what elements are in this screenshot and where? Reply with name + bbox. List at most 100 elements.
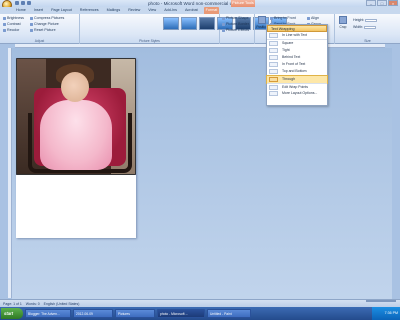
title-bar: photo - Microsoft Word non-commercial us… — [0, 0, 400, 10]
tab-home[interactable]: Home — [14, 7, 28, 14]
tab-format[interactable]: Format — [203, 7, 220, 14]
tab-page-layout[interactable]: Page Layout — [49, 7, 74, 14]
ribbon-tabs: Home Insert Page Layout References Maili… — [0, 7, 400, 14]
tab-insert[interactable]: Insert — [32, 7, 45, 14]
crop-button[interactable]: Crop — [337, 16, 349, 32]
system-clock[interactable]: 7:36 PM — [372, 307, 400, 320]
reset-picture-button[interactable]: Reset Picture — [30, 28, 56, 32]
ribbon: Brightness Contrast Recolor Compress Pic… — [0, 14, 400, 44]
picture-border-button[interactable]: Picture Border — [222, 22, 249, 26]
tab-view[interactable]: View — [146, 7, 158, 14]
word-count[interactable]: Words: 0 — [26, 302, 40, 306]
wrap-behind[interactable]: Behind Text — [267, 54, 327, 61]
window-title: photo - Microsoft Word non-commercial us… — [148, 1, 238, 6]
start-button[interactable]: start — [1, 308, 23, 319]
brightness-icon — [3, 16, 6, 20]
redo-icon[interactable] — [27, 1, 31, 5]
picture-styles-label: Picture Styles — [139, 39, 160, 43]
resize-handle[interactable] — [16, 58, 17, 59]
layout-options-icon — [269, 91, 278, 97]
tab-acrobat[interactable]: Acrobat — [183, 7, 200, 14]
page-count[interactable]: Page: 1 of 1 — [3, 302, 22, 306]
more-layout-options[interactable]: More Layout Options... — [267, 90, 327, 97]
recolor-icon — [3, 28, 6, 32]
selection-border — [16, 58, 136, 175]
resize-handle[interactable] — [135, 58, 136, 59]
height-field[interactable]: Height: — [353, 18, 378, 22]
text-wrapping-menu: Text Wrapping In Line with Text Square T… — [266, 24, 328, 106]
edit-wrap-points[interactable]: Edit Wrap Points — [267, 83, 327, 91]
picture-style-thumb[interactable] — [199, 17, 215, 30]
picture-effects-group: Picture Shape Picture Border Picture Eff… — [220, 14, 255, 44]
recolor-button[interactable]: Recolor — [3, 28, 19, 32]
in-front-text-icon — [269, 62, 278, 68]
wrap-through[interactable]: Through — [266, 74, 328, 85]
compress-pictures-button[interactable]: Compress Pictures — [30, 16, 64, 20]
effects-icon — [222, 28, 225, 32]
width-input[interactable] — [364, 25, 377, 29]
reset-icon — [30, 28, 33, 32]
save-icon[interactable] — [15, 1, 19, 5]
tab-references[interactable]: References — [78, 7, 101, 14]
minimize-button[interactable]: – — [366, 0, 376, 6]
contrast-icon — [3, 22, 6, 26]
maximize-button[interactable]: □ — [377, 0, 387, 6]
taskbar: start Blogger: The Adven... 2012-06-09 P… — [0, 307, 400, 320]
text-wrapping-menu-header: Text Wrapping — [267, 25, 327, 32]
adjust-group-label: Adjust — [34, 39, 45, 43]
contrast-button[interactable]: Contrast — [3, 22, 21, 26]
wrap-tight[interactable]: Tight — [267, 47, 327, 54]
resize-handle[interactable] — [135, 174, 136, 175]
selected-picture[interactable] — [16, 58, 136, 175]
change-picture-icon — [30, 22, 33, 26]
change-picture-button[interactable]: Change Picture — [30, 22, 59, 26]
window-controls: – □ × — [366, 0, 398, 6]
picture-effects-button[interactable]: Picture Effects — [222, 28, 249, 32]
taskbar-item[interactable]: Pictures — [115, 309, 155, 318]
taskbar-item[interactable]: Blogger: The Adven... — [25, 309, 71, 318]
through-wrap-icon — [269, 76, 278, 82]
position-icon — [258, 16, 266, 24]
inline-wrap-icon — [269, 33, 278, 38]
picture-styles-group: Picture Styles — [80, 14, 287, 44]
wrap-square[interactable]: Square — [267, 39, 327, 47]
behind-text-icon — [269, 54, 278, 60]
wrap-in-line[interactable]: In Line with Text — [267, 32, 327, 39]
shape-icon — [222, 16, 225, 20]
close-button[interactable]: × — [388, 0, 398, 6]
bring-to-front-button[interactable]: Bring to Front — [270, 16, 296, 20]
undo-icon[interactable] — [21, 1, 25, 5]
align-icon — [307, 16, 310, 20]
width-field[interactable]: Width: — [353, 25, 377, 29]
picture-style-thumb[interactable] — [163, 17, 179, 30]
square-wrap-icon — [269, 41, 278, 47]
resize-handle[interactable] — [16, 174, 17, 175]
edit-wrap-points-icon — [269, 85, 278, 91]
vertical-ruler — [8, 48, 12, 298]
tab-mailings[interactable]: Mailings — [105, 7, 123, 14]
tab-add-ins[interactable]: Add-Ins — [162, 7, 179, 14]
wrap-in-front[interactable]: In Front of Text — [267, 61, 327, 68]
height-input[interactable] — [365, 18, 378, 22]
adjust-group: Brightness Contrast Recolor Compress Pic… — [0, 14, 80, 44]
taskbar-item[interactable]: Untitled - Paint — [207, 309, 251, 318]
quick-access-toolbar — [15, 1, 31, 5]
align-button[interactable]: Align — [307, 16, 319, 20]
picture-shape-button[interactable]: Picture Shape — [222, 16, 249, 20]
compress-icon — [30, 16, 33, 20]
status-bar: Page: 1 of 1 Words: 0 English (United St… — [0, 299, 400, 307]
bring-front-icon — [270, 16, 273, 20]
tab-review[interactable]: Review — [126, 7, 142, 14]
wrap-top-bottom[interactable]: Top and Bottom — [267, 68, 327, 75]
crop-icon — [339, 16, 347, 24]
language-indicator[interactable]: English (United States) — [44, 302, 80, 306]
taskbar-item[interactable]: 2012-06-09 — [73, 309, 113, 318]
top-bottom-wrap-icon — [269, 69, 278, 75]
border-icon — [222, 22, 225, 26]
taskbar-item[interactable]: photo - Microsoft ... — [157, 309, 205, 318]
tight-wrap-icon — [269, 47, 278, 53]
view-controls — [366, 300, 396, 302]
picture-style-thumb[interactable] — [181, 17, 197, 30]
brightness-button[interactable]: Brightness — [3, 16, 24, 20]
zoom-slider[interactable] — [366, 300, 396, 302]
